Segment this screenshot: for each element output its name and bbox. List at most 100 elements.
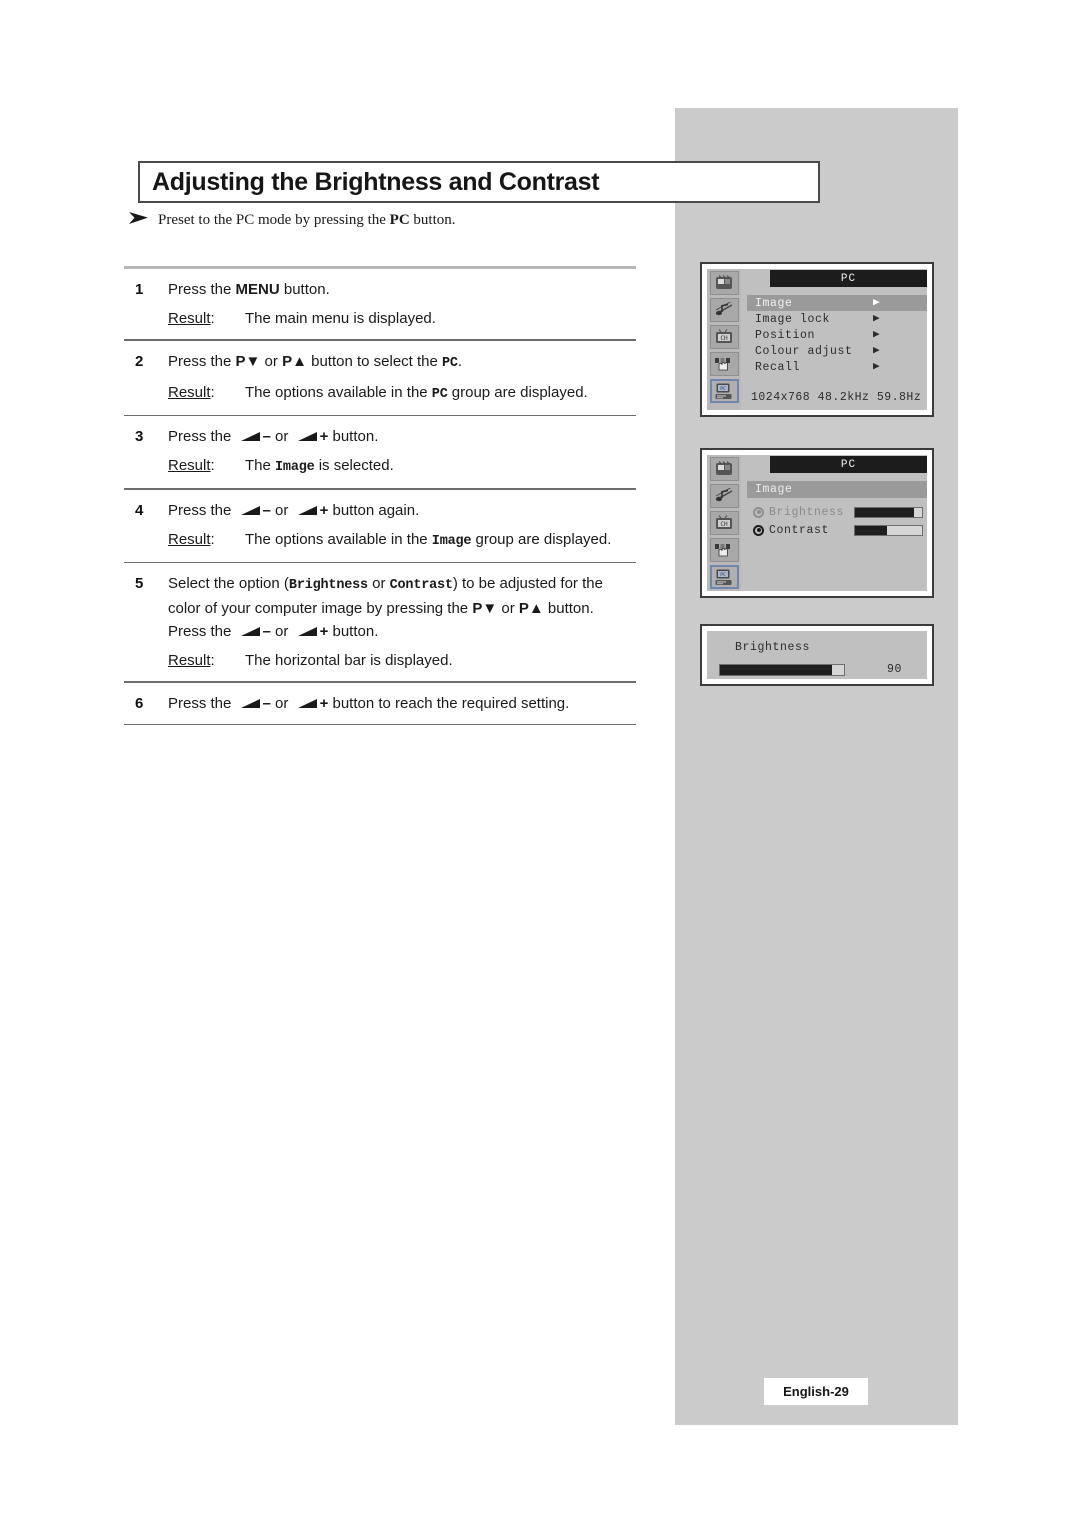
text-token: or (497, 600, 519, 617)
step-row: 2 Press the P▼ or P▲ button to select the… (124, 341, 636, 415)
bold-token: P▲ (282, 352, 307, 370)
osd-menu-item[interactable]: Image lock ▶ (747, 311, 927, 327)
pc-icon[interactable]: PC (709, 379, 739, 403)
step-row: 1 Press the MENU button. Result: The main m… (124, 269, 636, 339)
step-result-row: Result: The options available in the PC g… (168, 381, 636, 406)
bold-token: P▲ (518, 600, 544, 617)
osd-option-slider[interactable] (854, 506, 923, 518)
step-body: Press the – or + button. Result: The Image… (168, 425, 636, 479)
osd-menu-item[interactable]: Image ▶ (747, 295, 927, 311)
step-row: 4 Press the – or + button again. Result: Th… (124, 490, 636, 562)
osd-menu-item[interactable]: Position ▶ (747, 327, 927, 343)
result-text: The options available in the Image group… (245, 528, 611, 553)
radio-icon[interactable] (753, 506, 764, 518)
minus-sign: – (262, 623, 271, 640)
text-token: or (270, 428, 293, 445)
text-token: button. (328, 428, 379, 445)
result-label: Result: (168, 530, 215, 548)
volume-down-icon (240, 431, 262, 442)
page-title-box: Adjusting the Brightness and Contrast (138, 161, 820, 203)
plus-sign: + (319, 623, 329, 640)
osd-image-group-body: CH PC PC Image Brightness Contrast (707, 455, 927, 591)
osd-brightness-body: Brightness 90 (707, 631, 927, 679)
step-body: Press the – or + button again. Result: The… (168, 499, 636, 553)
osd-menu-list: Image ▶ Image lock ▶ Position ▶ Colour adjust ▶… (747, 295, 927, 375)
result-label: Result: (168, 652, 215, 669)
volume-up-icon (297, 626, 319, 637)
osd-menu-item-label: Position (755, 328, 816, 342)
preset-note-post: button. (409, 212, 456, 228)
result-label: Result: (168, 310, 215, 327)
channel-icon[interactable]: CH (709, 325, 739, 349)
step-number: 4 (135, 501, 144, 519)
osd-menu-item[interactable]: Recall ▶ (747, 359, 927, 375)
step-instruction: Press the MENU button. (168, 278, 636, 301)
step-instruction: Press the – or + button. (168, 425, 636, 448)
chevron-right-icon: ▶ (873, 360, 881, 373)
plus-sign: + (319, 428, 329, 445)
osd-option-row[interactable]: Brightness (753, 503, 923, 521)
feature-icon[interactable] (709, 352, 739, 376)
picture-icon[interactable] (709, 457, 739, 481)
osd-option-row[interactable]: Contrast (753, 521, 923, 539)
sound-icon[interactable] (709, 298, 739, 322)
volume-up-icon (297, 431, 319, 442)
osd-option-slider[interactable] (854, 524, 923, 536)
feature-icon[interactable] (709, 538, 739, 562)
mono-token: PC (442, 355, 458, 371)
svg-text:PC: PC (720, 572, 726, 578)
svg-text:CH: CH (720, 521, 728, 528)
text-token: button. (279, 281, 330, 298)
step-row: 3 Press the – or + button. Result: The Imag… (124, 416, 636, 488)
osd-option-slider-fill (855, 507, 914, 517)
volume-up-icon (297, 505, 319, 516)
mono-token: PC (431, 386, 448, 402)
text-token: button. (328, 623, 379, 640)
text-token: or (270, 501, 293, 519)
osd-brightness-fill (720, 664, 832, 675)
result-text: The options available in the PC group ar… (245, 381, 588, 406)
sound-icon[interactable] (709, 484, 739, 508)
osd-menu-item[interactable]: Colour adjust ▶ (747, 343, 927, 359)
step-number: 3 (135, 428, 144, 445)
result-text: The Image is selected. (245, 454, 394, 479)
step-result-row: Result: The main menu is displayed. (168, 307, 636, 330)
text-token: or (367, 575, 390, 592)
osd-group-title: Image (747, 481, 927, 498)
text-token: The (245, 457, 276, 474)
osd-image-group: CH PC PC Image Brightness Contrast (700, 448, 934, 598)
text-token: The options available in the (245, 530, 432, 548)
text-token: Press the (168, 352, 236, 370)
step-divider (124, 723, 636, 725)
steps-list: 1 Press the MENU button. Result: The main m… (124, 266, 636, 725)
mono-token: Contrast (389, 578, 453, 593)
step-number: 5 (135, 575, 144, 592)
text-token: Press the (168, 281, 236, 298)
volume-down-icon (240, 626, 262, 637)
volume-down-icon (240, 698, 262, 709)
step-instruction: Select the option (Brightness or Contras… (168, 572, 636, 643)
minus-sign: – (262, 428, 271, 445)
osd-menu-item-label: Colour adjust (755, 344, 853, 358)
radio-icon[interactable] (753, 524, 764, 536)
osd-icon-rail-1: CH PC (707, 269, 741, 410)
pc-icon[interactable]: PC (709, 565, 739, 589)
osd-brightness-bar: Brightness 90 (700, 624, 934, 686)
steps-container: 1 Press the MENU button. Result: The main m… (124, 269, 636, 725)
osd-main-menu: CH PC PC Image ▶ Image lock ▶ Position ▶ Colour… (700, 262, 934, 417)
step-instruction: Press the – or + button again. (168, 499, 636, 522)
picture-icon[interactable] (709, 271, 739, 295)
channel-icon[interactable]: CH (709, 511, 739, 535)
osd-option-label: Contrast (769, 523, 830, 537)
osd-menu-item-label: Image lock (755, 312, 831, 326)
page-footer: English-29 (764, 1378, 868, 1405)
osd-menu-item-label: Recall (755, 360, 801, 374)
mono-token: Image (431, 533, 472, 549)
step-instruction: Press the P▼ or P▲ button to select the … (168, 350, 636, 375)
step-row: 5 Select the option (Brightness or Contra… (124, 563, 636, 681)
plus-sign: + (319, 501, 329, 519)
osd-resolution-info: 1024x768 48.2kHz 59.8Hz (751, 391, 922, 404)
chevron-right-icon: ▶ (873, 312, 881, 325)
step-result-row: Result: The Image is selected. (168, 454, 636, 479)
step-instruction: Press the – or + button to reach the req… (168, 692, 636, 715)
